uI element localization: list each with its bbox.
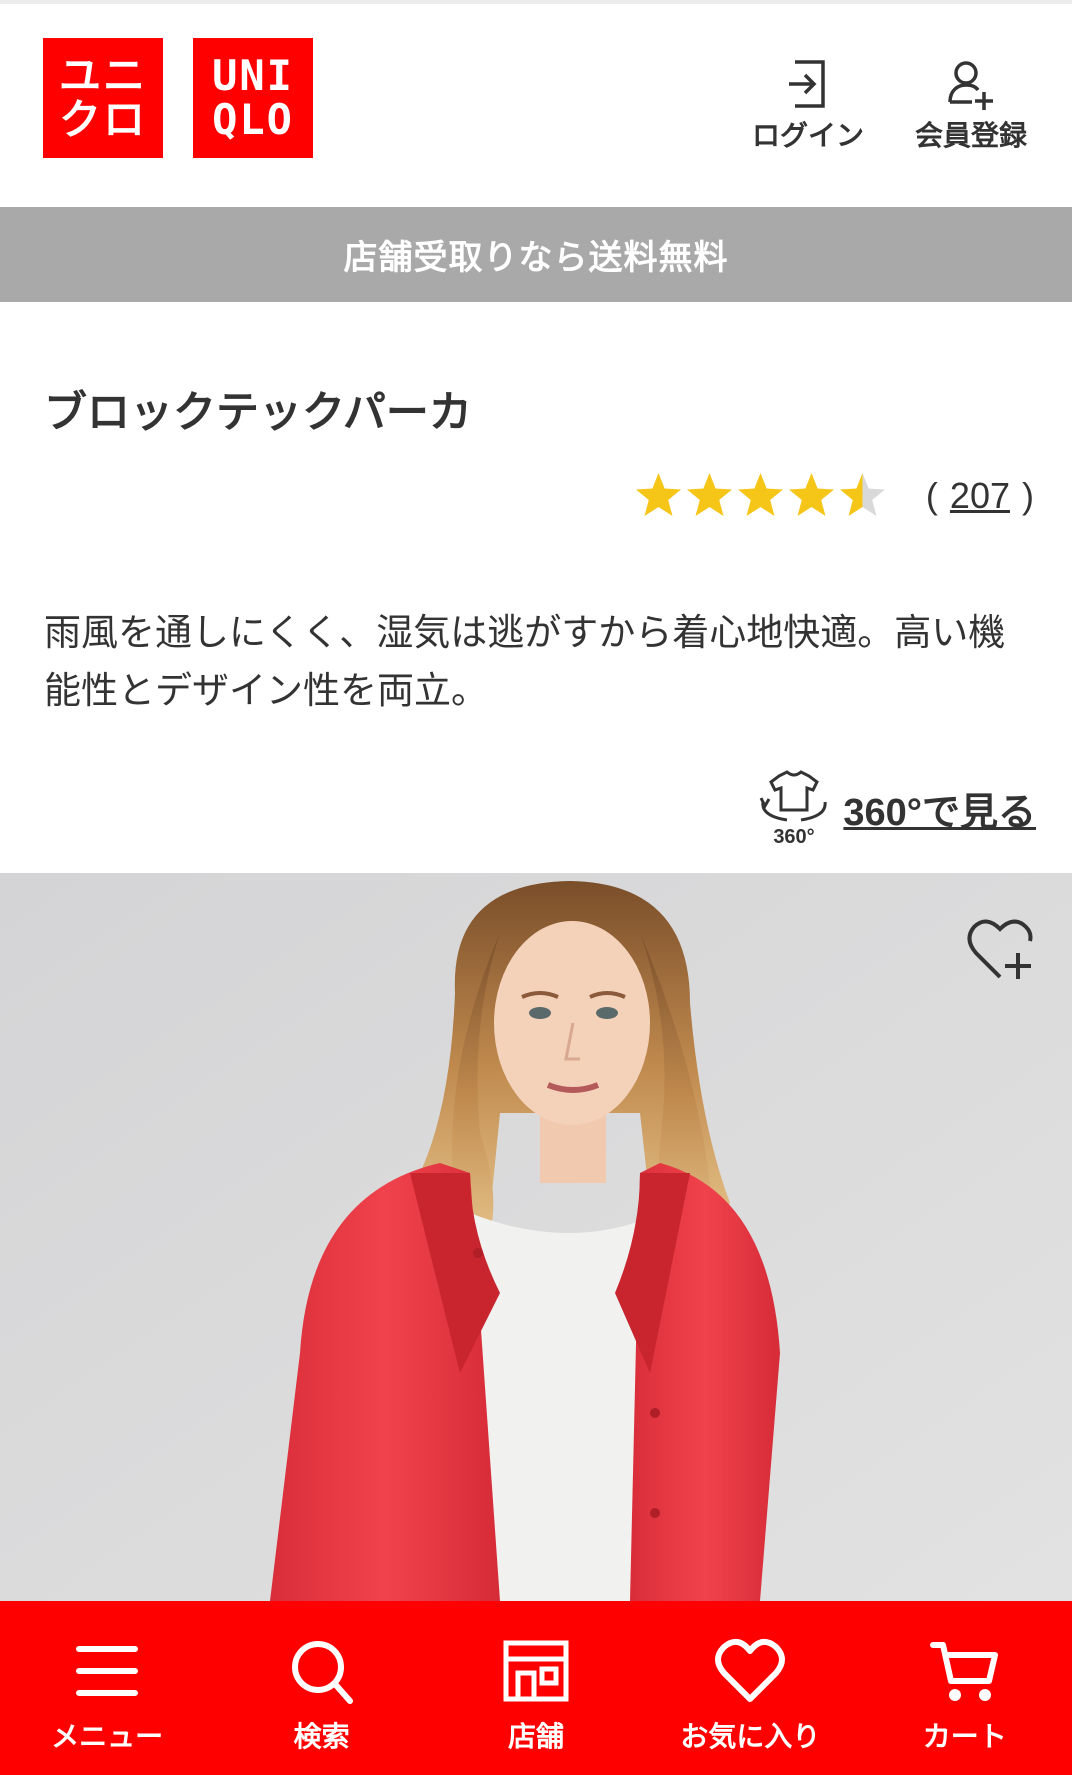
- logo-latin-line1: UNI: [212, 50, 294, 100]
- bottom-nav: メニュー 検索 店舗 お気に入り カート: [0, 1601, 1072, 1775]
- nav-favorites[interactable]: お気に入り: [650, 1637, 850, 1755]
- view-360-button[interactable]: 360° 360°で見る: [757, 768, 1036, 848]
- add-user-icon: [948, 61, 993, 110]
- nav-store-label: 店舗: [507, 1720, 564, 1753]
- rating-stars: [633, 470, 888, 521]
- review-paren-open: (: [925, 474, 938, 516]
- nav-menu-label: メニュー: [51, 1720, 164, 1753]
- star-icon: [839, 473, 885, 516]
- nav-menu[interactable]: メニュー: [7, 1637, 207, 1755]
- product-title: ブロックテックパーカ: [44, 388, 472, 438]
- nav-store[interactable]: 店舗: [436, 1637, 636, 1755]
- cart-icon: [929, 1642, 998, 1701]
- nav-search-label: 検索: [293, 1720, 350, 1753]
- star-icon: [686, 473, 732, 516]
- star-icon: [635, 473, 681, 516]
- product-photo-illustration: [0, 873, 1072, 1601]
- nav-favorites-label: お気に入り: [680, 1720, 821, 1753]
- uniqlo-katakana-logo[interactable]: ユニ クロ: [43, 38, 163, 158]
- heart-icon: [715, 1638, 786, 1702]
- nav-cart[interactable]: カート: [865, 1637, 1065, 1755]
- logo-katakana-line2: クロ: [58, 95, 147, 144]
- nav-search[interactable]: 検索: [222, 1637, 422, 1755]
- search-icon: [291, 1641, 353, 1704]
- login-button[interactable]: ログイン: [752, 56, 864, 154]
- header: ユニ クロ UNI QLO ログイン 会員登録: [0, 0, 1072, 207]
- uniqlo-latin-logo[interactable]: UNI QLO: [193, 38, 313, 158]
- rotate-360-icon-text: 360°: [774, 826, 815, 848]
- review-paren-close: ): [1022, 474, 1034, 516]
- menu-icon: [76, 1646, 139, 1696]
- star-icon: [788, 473, 834, 516]
- free-shipping-banner[interactable]: 店舗受取りなら送料無料: [0, 207, 1072, 302]
- rotate-360-icon: 360°: [760, 770, 827, 848]
- login-label: ログイン: [752, 119, 865, 152]
- store-icon: [503, 1640, 569, 1702]
- review-count-wrap: ( 207 ): [926, 475, 1034, 517]
- login-icon: [789, 60, 825, 108]
- nav-cart-label: カート: [922, 1720, 1007, 1753]
- logo-latin-line2: QLO: [212, 95, 294, 144]
- banner-text: 店舗受取りなら送料無料: [343, 238, 729, 278]
- review-count-link[interactable]: 207: [950, 475, 1010, 517]
- register-label: 会員登録: [915, 119, 1028, 152]
- register-button[interactable]: 会員登録: [915, 56, 1027, 154]
- product-image[interactable]: [0, 873, 1072, 1601]
- star-icon: [737, 473, 783, 516]
- logo-katakana-line1: ユニ: [58, 50, 147, 100]
- product-description: 雨風を通しにくく、湿気は逃がすから着心地快適。高い機能性とデザイン性を両立。: [44, 611, 1006, 712]
- product-rating[interactable]: ( 207 ): [633, 470, 1034, 521]
- add-to-favorites-icon[interactable]: [966, 915, 1038, 985]
- view-360-label[interactable]: 360°で見る: [843, 781, 1036, 836]
